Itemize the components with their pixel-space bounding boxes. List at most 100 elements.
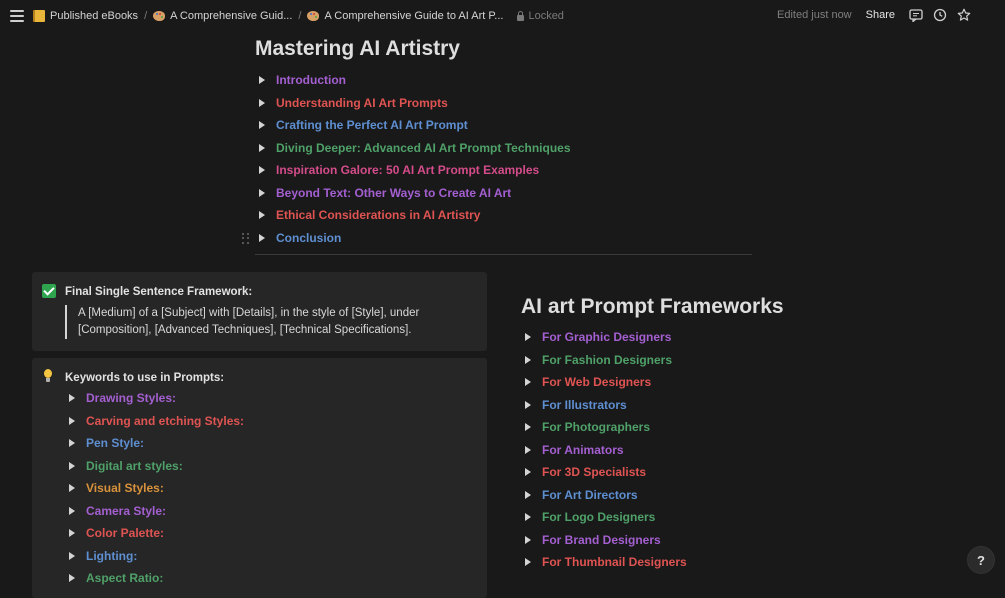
toggle-triangle-icon[interactable] [69, 574, 75, 583]
lock-icon [517, 10, 525, 21]
keyword-toggle-label: Digital art styles: [86, 458, 183, 473]
palette-icon [307, 11, 320, 21]
toc-toggle-item[interactable]: Inspiration Galore: 50 AI Art Prompt Exa… [259, 159, 571, 182]
edited-status: Edited just now [777, 9, 852, 21]
toggle-triangle-icon[interactable] [525, 423, 531, 432]
toc-toggle-item[interactable]: Diving Deeper: Advanced AI Art Prompt Te… [259, 137, 571, 160]
locked-indicator[interactable]: Locked [517, 10, 564, 22]
toggle-triangle-icon[interactable] [525, 490, 531, 499]
toggle-triangle-icon[interactable] [69, 484, 75, 493]
keyword-toggle-label: Pen Style: [86, 436, 145, 451]
toggle-triangle-icon[interactable] [69, 506, 75, 515]
toggle-triangle-icon[interactable] [259, 98, 265, 107]
framework-toggle-item[interactable]: For Photographers [525, 416, 687, 439]
toggle-triangle-icon[interactable] [525, 400, 531, 409]
favorite-star-icon[interactable] [957, 8, 971, 22]
keyword-toggle-item[interactable]: Digital art styles: [69, 455, 244, 478]
framework-toggle-item[interactable]: For Thumbnail Designers [525, 551, 687, 574]
framework-callout: Final Single Sentence Framework: A [Medi… [32, 272, 487, 351]
breadcrumb-item-current-page[interactable]: A Comprehensive Guide to AI Art P... [307, 10, 503, 22]
toggle-triangle-icon[interactable] [69, 461, 75, 470]
framework-toggle-item[interactable]: For Graphic Designers [525, 326, 687, 349]
toggle-triangle-icon[interactable] [69, 394, 75, 403]
keyword-toggle-item[interactable]: Camera Style: [69, 500, 244, 523]
toc-toggle-item[interactable]: Understanding AI Art Prompts [259, 92, 571, 115]
page-actions: Edited just now Share [777, 8, 1005, 22]
keyword-toggle-label: Aspect Ratio: [86, 571, 164, 586]
top-bar: Published eBooks / A Comprehensive Guid.… [0, 0, 1005, 33]
toggle-triangle-icon[interactable] [525, 378, 531, 387]
framework-toggle-item[interactable]: For Illustrators [525, 394, 687, 417]
breadcrumb-label: Published eBooks [50, 10, 139, 22]
toggle-triangle-icon[interactable] [525, 535, 531, 544]
toggle-triangle-icon[interactable] [69, 439, 75, 448]
check-mark-icon [42, 284, 56, 298]
toggle-triangle-icon[interactable] [259, 166, 265, 175]
share-button[interactable]: Share [866, 9, 895, 21]
drag-handle-icon[interactable] [242, 233, 250, 244]
framework-toggle-label: For Graphic Designers [542, 330, 672, 345]
keyword-toggle-label: Lighting: [86, 548, 138, 563]
keyword-toggle-item[interactable]: Aspect Ratio: [69, 567, 244, 590]
keyword-toggle-label: Color Palette: [86, 526, 165, 541]
toggle-triangle-icon[interactable] [259, 233, 265, 242]
framework-quote: A [Medium] of a [Subject] with [Details]… [65, 305, 473, 339]
keyword-toggle-label: Visual Styles: [86, 481, 164, 496]
keyword-toggle-label: Camera Style: [86, 503, 167, 518]
toc-toggle-label: Crafting the Perfect AI Art Prompt [276, 118, 468, 133]
framework-toggle-item[interactable]: For Animators [525, 439, 687, 462]
table-of-contents: Introduction Understanding AI Art Prompts… [259, 69, 571, 249]
toggle-triangle-icon[interactable] [259, 188, 265, 197]
toggle-triangle-icon[interactable] [525, 558, 531, 567]
more-options-icon[interactable] [981, 8, 995, 22]
framework-toggle-item[interactable]: For Art Directors [525, 484, 687, 507]
light-bulb-icon [43, 369, 53, 384]
keyword-toggle-item[interactable]: Color Palette: [69, 522, 244, 545]
history-clock-icon[interactable] [933, 8, 947, 22]
keyword-toggle-item[interactable]: Visual Styles: [69, 477, 244, 500]
toggle-triangle-icon[interactable] [525, 513, 531, 522]
keyword-toggle-label: Drawing Styles: [86, 391, 177, 406]
keyword-toggle-item[interactable]: Drawing Styles: [69, 387, 244, 410]
toggle-triangle-icon[interactable] [525, 468, 531, 477]
breadcrumb-separator: / [144, 10, 148, 22]
toc-toggle-item[interactable]: Crafting the Perfect AI Art Prompt [259, 114, 571, 137]
divider [255, 254, 752, 255]
toc-toggle-item[interactable]: Introduction [259, 69, 571, 92]
framework-toggle-label: For Logo Designers [542, 510, 656, 525]
keywords-list: Drawing Styles: Carving and etching Style… [69, 387, 244, 590]
framework-toggle-label: For Web Designers [542, 375, 652, 390]
toggle-triangle-icon[interactable] [69, 416, 75, 425]
toggle-triangle-icon[interactable] [525, 445, 531, 454]
toggle-triangle-icon[interactable] [259, 211, 265, 220]
toc-toggle-item[interactable]: Ethical Considerations in AI Artistry [259, 204, 571, 227]
breadcrumb-item-guide-parent[interactable]: A Comprehensive Guid... [153, 10, 292, 22]
comment-icon[interactable] [909, 8, 923, 22]
frameworks-heading: AI art Prompt Frameworks [521, 295, 784, 318]
toggle-triangle-icon[interactable] [69, 529, 75, 538]
framework-toggle-item[interactable]: For Fashion Designers [525, 349, 687, 372]
toc-toggle-item[interactable]: Conclusion [259, 227, 571, 250]
framework-toggle-item[interactable]: For Brand Designers [525, 529, 687, 552]
framework-toggle-item[interactable]: For Web Designers [525, 371, 687, 394]
breadcrumb-item-published-ebooks[interactable]: Published eBooks [33, 10, 138, 22]
keyword-toggle-item[interactable]: Carving and etching Styles: [69, 410, 244, 433]
sidebar-menu-icon[interactable] [10, 10, 24, 22]
toggle-triangle-icon[interactable] [259, 143, 265, 152]
breadcrumb: Published eBooks / A Comprehensive Guid.… [33, 10, 564, 22]
toggle-triangle-icon[interactable] [525, 333, 531, 342]
keyword-toggle-item[interactable]: Lighting: [69, 545, 244, 568]
framework-toggle-item[interactable]: For Logo Designers [525, 506, 687, 529]
toggle-triangle-icon[interactable] [525, 355, 531, 364]
help-button[interactable]: ? [968, 547, 994, 573]
toc-toggle-label: Conclusion [276, 230, 342, 245]
toggle-triangle-icon[interactable] [69, 551, 75, 560]
toc-toggle-item[interactable]: Beyond Text: Other Ways to Create AI Art [259, 182, 571, 205]
toggle-triangle-icon[interactable] [259, 76, 265, 85]
keyword-toggle-item[interactable]: Pen Style: [69, 432, 244, 455]
framework-toggle-item[interactable]: For 3D Specialists [525, 461, 687, 484]
callout-title: Final Single Sentence Framework: [65, 286, 253, 298]
keyword-toggle-label: Carving and etching Styles: [86, 413, 245, 428]
toc-toggle-label: Understanding AI Art Prompts [276, 95, 448, 110]
toggle-triangle-icon[interactable] [259, 121, 265, 130]
